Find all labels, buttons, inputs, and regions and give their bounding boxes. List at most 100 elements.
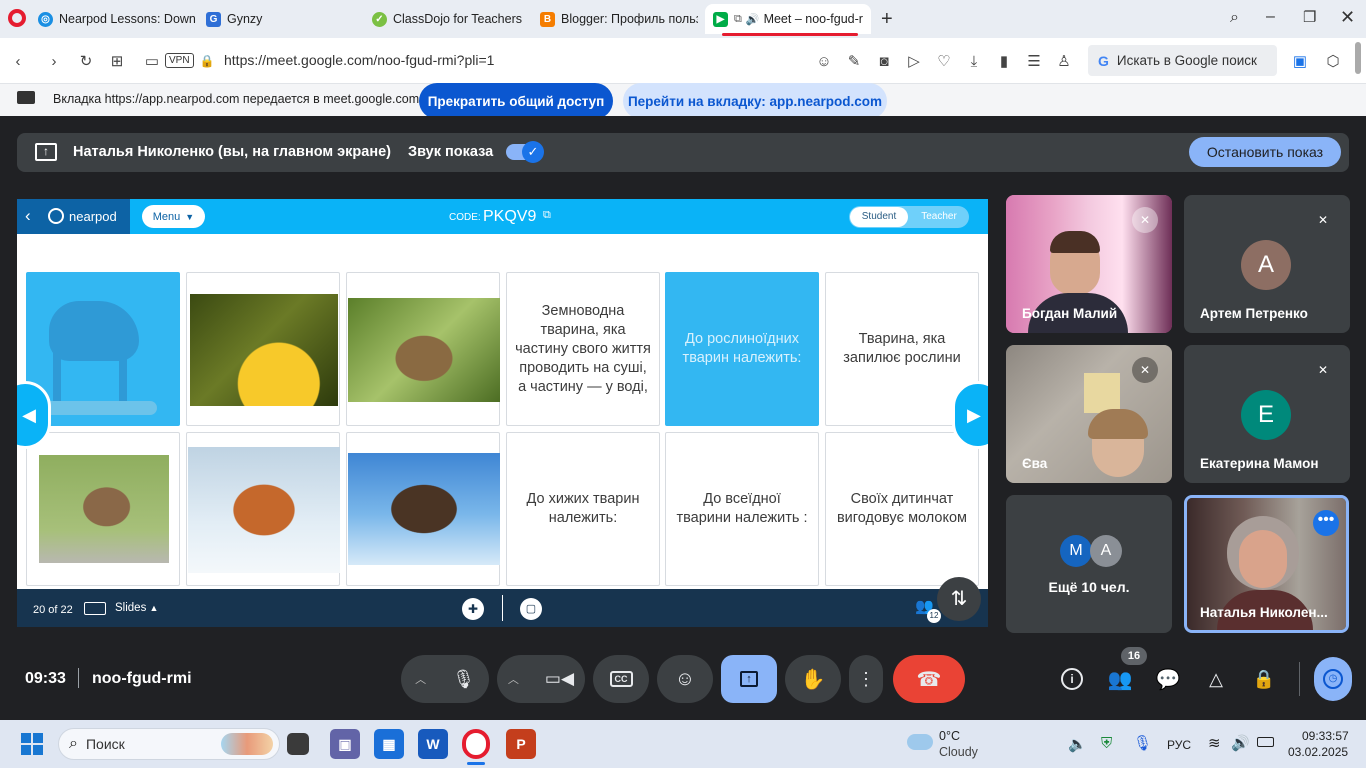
participant-tile-bogdan[interactable]: ✕ Богдан Малий (1006, 195, 1172, 333)
timer-button[interactable]: ◷ (1314, 657, 1352, 701)
heart-icon[interactable]: ♡ (934, 51, 954, 71)
chevron-up-icon[interactable]: ︿ (508, 671, 519, 687)
window-close-button[interactable]: ✕ (1340, 7, 1355, 28)
new-tab-plus-icon[interactable]: + (881, 8, 893, 31)
extensions-cube-icon[interactable]: ⬡ (1323, 51, 1343, 71)
self-tile[interactable]: ••• Наталья Николен... (1184, 495, 1349, 633)
match-card-text[interactable]: Земноводна тварина, яка частину свого жи… (506, 272, 660, 426)
tab-nearpod[interactable]: ◎ Nearpod Lessons: Downlo (30, 4, 196, 34)
match-card-sparrow[interactable] (26, 432, 180, 586)
window-minimize-button[interactable]: – (1266, 8, 1275, 26)
forward-icon[interactable]: › (44, 51, 64, 71)
tab-meet[interactable]: ▶ ⧉ 🔊 Meet – noo-fgud-r (705, 4, 871, 34)
nearpod-menu-button[interactable]: Menu ▼ (142, 205, 205, 228)
mic-control[interactable]: ︿ 🎙 (401, 655, 489, 703)
tab-classdojo[interactable]: ✓ ClassDojo for Teachers (364, 4, 530, 34)
task-view-icon[interactable] (287, 733, 309, 755)
slides-toggle[interactable]: Slides ▲ (115, 602, 158, 614)
avatar: Е (1241, 390, 1291, 440)
mode-teacher-button[interactable]: Teacher (911, 207, 967, 227)
snapshot-icon[interactable]: ▭ (142, 51, 162, 71)
meeting-info-icon[interactable]: i (1057, 664, 1087, 694)
powerpoint-icon[interactable]: P (506, 729, 536, 759)
more-participants-tile[interactable]: M А Ещё 10 чел. (1006, 495, 1172, 633)
mode-toggle[interactable]: Student Teacher (849, 206, 969, 228)
raise-hand-button[interactable]: ✋ (785, 655, 841, 703)
microphone-icon[interactable]: 🎙 (452, 669, 475, 690)
url-field[interactable]: https://meet.google.com/noo-fgud-rmi?pli… (224, 52, 494, 68)
microphone-tray-icon[interactable]: 🎙 (1133, 734, 1152, 752)
google-search-box[interactable]: G Искать в Google поиск (1088, 45, 1277, 76)
camera-icon[interactable]: ◙ (874, 51, 894, 71)
teams-meet-icon[interactable]: ▣ (330, 729, 360, 759)
tile-more-options-button[interactable]: ••• (1313, 510, 1339, 536)
security-shield-icon[interactable]: ⛨ (1101, 735, 1112, 752)
captions-button[interactable]: CC (593, 655, 649, 703)
participant-tile-ekaterina[interactable]: Е ✕ Екатерина Мамон (1184, 345, 1350, 483)
opera-logo-icon[interactable] (8, 9, 26, 27)
match-card-bee[interactable] (186, 272, 340, 426)
emoji-icon[interactable]: ☺ (814, 51, 834, 71)
whiteboard-icon[interactable]: ▢ (520, 598, 542, 620)
host-controls-icon[interactable]: 🔒 (1249, 664, 1279, 694)
present-button[interactable]: ↑ (721, 655, 777, 703)
speaker-tray-icon[interactable]: 🔊 (1231, 734, 1250, 752)
opera-taskbar-icon[interactable] (462, 729, 490, 759)
wifi-icon[interactable]: ≋ (1208, 734, 1221, 752)
vpn-badge[interactable]: VPN (165, 53, 194, 68)
open-code-icon[interactable]: ⧉ (543, 209, 551, 222)
participant-tile-artem[interactable]: А ✕ Артем Петренко (1184, 195, 1350, 333)
match-card-toad[interactable] (346, 272, 500, 426)
input-language[interactable]: РУС (1167, 738, 1191, 752)
match-card-fox[interactable] (186, 432, 340, 586)
edit-icon[interactable]: ✎ (844, 51, 864, 71)
expand-collapse-button[interactable]: ⇅ (937, 577, 981, 621)
people-icon[interactable]: 👥 (1105, 664, 1135, 694)
volume-muted-icon[interactable]: 🔈 (1068, 735, 1087, 753)
windows-start-icon[interactable] (21, 733, 43, 755)
taskbar-search-box[interactable]: ⌕ Поиск (58, 728, 280, 760)
video-camera-icon[interactable]: ▭◀ (545, 669, 574, 689)
match-card-text[interactable]: До хижих тварин належить: (506, 432, 660, 586)
camera-control[interactable]: ︿ ▭◀ (497, 655, 585, 703)
speed-dial-icon[interactable]: ⊞ (107, 51, 127, 71)
next-slide-button[interactable]: ▶ (952, 381, 988, 449)
easy-setup-icon[interactable]: ☰ (1024, 51, 1044, 71)
page-scrollbar[interactable] (1355, 42, 1361, 74)
chevron-up-icon[interactable]: ︿ (415, 671, 426, 687)
share-sound-toggle[interactable]: ✓ (506, 141, 544, 163)
match-card-text[interactable]: До рослиноїдних тварин належить: (665, 272, 819, 426)
workspaces-icon[interactable]: ▣ (1290, 51, 1310, 71)
tab-blogger[interactable]: B Blogger: Профиль пользо (532, 4, 698, 34)
match-card-text[interactable]: До всеїдної тварини належить : (665, 432, 819, 586)
match-card-eagle[interactable] (346, 432, 500, 586)
microsoft-store-icon[interactable]: ▦ (374, 729, 404, 759)
nearpod-back-icon[interactable]: ‹ (25, 206, 31, 226)
chat-icon[interactable]: 💬 (1153, 664, 1183, 694)
mode-student-button[interactable]: Student (850, 207, 908, 227)
more-options-button[interactable]: ⋮ (849, 655, 883, 703)
clock-date[interactable]: 03.02.2025 (1288, 745, 1348, 759)
session-code: PKQV9 (483, 208, 537, 225)
word-icon[interactable]: W (418, 729, 448, 759)
clock-time[interactable]: 09:33:57 (1302, 729, 1349, 743)
reactions-button[interactable]: ☺ (657, 655, 713, 703)
window-restore-button[interactable]: ❐ (1303, 8, 1316, 26)
match-card-text[interactable]: Своїх дитинчат вигодовує молоком (825, 432, 979, 586)
go-to-tab-button[interactable]: Перейти на вкладку: app.nearpod.com (623, 83, 887, 119)
profile-icon[interactable]: ♙ (1054, 51, 1074, 71)
leave-call-button[interactable]: ☎ (893, 655, 965, 703)
stop-sharing-button[interactable]: Прекратить общий доступ (419, 83, 613, 119)
tab-search-icon[interactable]: ⌕ (1230, 9, 1239, 27)
reload-icon[interactable]: ↻ (76, 51, 96, 71)
send-icon[interactable]: ▷ (904, 51, 924, 71)
download-icon[interactable]: ⤓ (964, 51, 984, 71)
sidebar-icon[interactable]: ▮ (994, 51, 1014, 71)
activities-icon[interactable]: △ (1201, 664, 1231, 694)
back-icon[interactable]: ‹ (8, 51, 28, 71)
stop-presenting-button[interactable]: Остановить показ (1189, 137, 1341, 167)
battery-icon[interactable] (1257, 737, 1274, 747)
tab-gynzy[interactable]: G Gynzy (198, 4, 364, 34)
participant-tile-eva[interactable]: ✕ Єва (1006, 345, 1172, 483)
activity-puzzle-icon[interactable]: ✚ (462, 598, 484, 620)
